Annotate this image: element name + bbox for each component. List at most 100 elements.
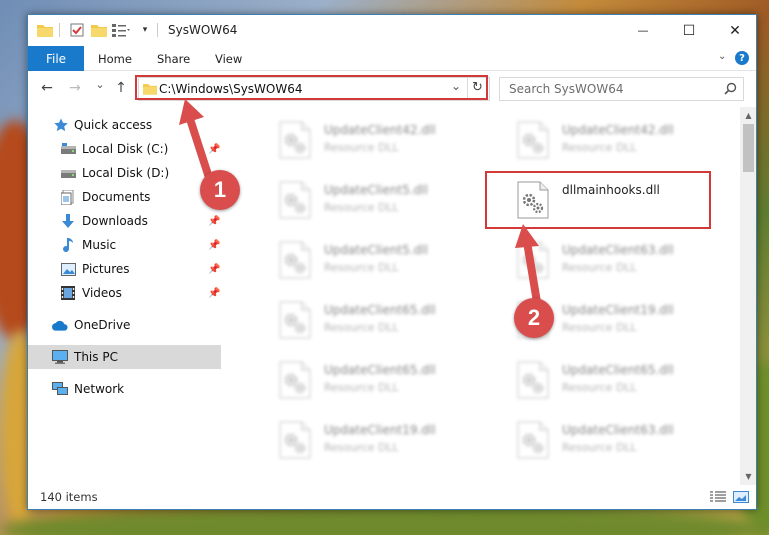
dll-file-icon xyxy=(516,121,550,159)
pin-icon: 📌 xyxy=(208,239,221,251)
sidebar-item-label: Network xyxy=(74,382,125,396)
sidebar-item-label: Downloads xyxy=(82,214,148,228)
status-bar: 140 items xyxy=(28,485,756,509)
tab-view[interactable]: View xyxy=(215,52,242,66)
file-name: UpdateClient63.dll xyxy=(562,423,674,437)
sidebar-item-this-pc[interactable]: This PC xyxy=(28,345,221,369)
dll-file-icon xyxy=(278,421,312,459)
star-icon xyxy=(53,117,69,133)
tab-share[interactable]: Share xyxy=(157,52,190,66)
new-folder-icon[interactable] xyxy=(91,22,107,38)
sidebar-item-label: OneDrive xyxy=(74,318,131,332)
dll-file-icon xyxy=(278,121,312,159)
up-button[interactable]: ↑ xyxy=(112,80,130,96)
file-type: Resource DLL xyxy=(562,321,637,334)
file-type: Resource DLL xyxy=(324,141,399,154)
forward-button[interactable]: → xyxy=(66,80,84,96)
file-item[interactable]: UpdateClient19.dll Resource DLL xyxy=(278,415,508,467)
sidebar-item-downloads[interactable]: Downloads 📌 xyxy=(28,209,221,233)
file-item[interactable]: UpdateClient65.dll Resource DLL xyxy=(516,355,740,407)
help-button[interactable]: ? xyxy=(735,51,749,65)
search-icon xyxy=(724,82,737,98)
tab-home[interactable]: Home xyxy=(98,52,132,66)
computer-icon xyxy=(52,349,68,365)
title-bar: ▾ SysWOW64 — ☐ ✕ xyxy=(28,15,756,46)
pin-icon: 📌 xyxy=(208,287,221,299)
cloud-icon xyxy=(52,317,68,333)
sidebar-item-label: This PC xyxy=(74,350,118,364)
file-type: Resource DLL xyxy=(562,441,637,454)
search-placeholder: Search SysWOW64 xyxy=(509,82,624,96)
details-view-icon[interactable] xyxy=(710,491,726,503)
scroll-up-arrow-icon[interactable]: ▲ xyxy=(740,107,756,124)
large-icons-view-icon[interactable] xyxy=(733,491,749,503)
file-name: UpdateClient42.dll xyxy=(562,123,674,137)
dll-file-icon xyxy=(278,301,312,339)
file-name: UpdateClient5.dll xyxy=(324,243,428,257)
file-name: UpdateClient65.dll xyxy=(324,303,436,317)
file-item[interactable]: UpdateClient5.dll Resource DLL xyxy=(278,175,508,227)
pin-icon: 📌 xyxy=(208,263,221,275)
scrollbar-thumb[interactable] xyxy=(743,124,754,172)
step-badge-2: 2 xyxy=(514,298,554,338)
step-badge-1: 1 xyxy=(200,170,240,210)
qa-divider xyxy=(59,23,60,37)
sidebar-item-videos[interactable]: Videos 📌 xyxy=(28,281,221,305)
pin-icon: 📌 xyxy=(208,215,221,227)
sidebar-item-label: Quick access xyxy=(74,118,153,132)
customize-toolbar-icon[interactable]: ▾ xyxy=(140,22,150,38)
sidebar-item-onedrive[interactable]: OneDrive xyxy=(28,313,221,337)
close-button[interactable]: ✕ xyxy=(712,15,756,46)
file-item[interactable]: UpdateClient42.dll Resource DLL xyxy=(516,115,740,167)
file-name: UpdateClient19.dll xyxy=(324,423,436,437)
recent-locations-button[interactable]: ⌄ xyxy=(91,78,109,91)
file-type: Resource DLL xyxy=(562,381,637,394)
drive-icon xyxy=(60,141,76,157)
ribbon-expand-icon[interactable]: ⌄ xyxy=(718,51,726,62)
title-divider xyxy=(157,23,158,37)
minimize-button[interactable]: — xyxy=(620,15,666,46)
properties-icon[interactable] xyxy=(69,22,85,38)
dll-file-icon xyxy=(516,421,550,459)
download-icon xyxy=(60,213,76,229)
file-item[interactable]: UpdateClient5.dll Resource DLL xyxy=(278,235,508,287)
file-name: UpdateClient65.dll xyxy=(562,363,674,377)
search-box[interactable]: Search SysWOW64 xyxy=(499,77,744,101)
drive-icon xyxy=(60,165,76,181)
file-type: Resource DLL xyxy=(324,261,399,274)
dll-file-icon xyxy=(516,361,550,399)
sidebar-item-music[interactable]: Music 📌 xyxy=(28,233,221,257)
back-button[interactable]: ← xyxy=(38,80,56,96)
file-type: Resource DLL xyxy=(324,201,399,214)
videos-icon xyxy=(60,285,76,301)
file-item[interactable]: UpdateClient65.dll Resource DLL xyxy=(278,355,508,407)
dll-file-icon xyxy=(278,181,312,219)
window-title: SysWOW64 xyxy=(168,23,238,37)
file-name: UpdateClient42.dll xyxy=(324,123,436,137)
file-item[interactable]: UpdateClient63.dll Resource DLL xyxy=(516,415,740,467)
file-item[interactable]: UpdateClient42.dll Resource DLL xyxy=(278,115,508,167)
file-type: Resource DLL xyxy=(562,261,637,274)
file-item[interactable]: UpdateClient65.dll Resource DLL xyxy=(278,295,508,347)
file-name: UpdateClient19.dll xyxy=(562,303,674,317)
tab-file[interactable]: File xyxy=(28,46,84,71)
file-type: Resource DLL xyxy=(324,321,399,334)
sidebar-item-network[interactable]: Network xyxy=(28,377,221,401)
pictures-icon xyxy=(60,261,76,277)
maximize-button[interactable]: ☐ xyxy=(666,15,712,46)
view-options-icon[interactable] xyxy=(112,22,130,38)
file-name: UpdateClient65.dll xyxy=(324,363,436,377)
file-list: UpdateClient42.dll Resource DLL UpdateClie… xyxy=(222,107,740,485)
sidebar-item-label: Videos xyxy=(82,286,122,300)
file-name: UpdateClient5.dll xyxy=(324,183,428,197)
music-icon xyxy=(60,237,76,253)
file-type: Resource DLL xyxy=(562,141,637,154)
sidebar-item-label: Local Disk (D:) xyxy=(82,166,170,180)
sidebar-item-label: Music xyxy=(82,238,117,252)
ribbon-tabs: File Home Share View ⌄ ? xyxy=(28,46,756,71)
vertical-scrollbar[interactable]: ▲ ▼ xyxy=(740,107,756,485)
sidebar-item-pictures[interactable]: Pictures 📌 xyxy=(28,257,221,281)
scroll-down-arrow-icon[interactable]: ▼ xyxy=(740,468,756,485)
sidebar-item-label: Documents xyxy=(82,190,151,204)
file-type: Resource DLL xyxy=(324,441,399,454)
